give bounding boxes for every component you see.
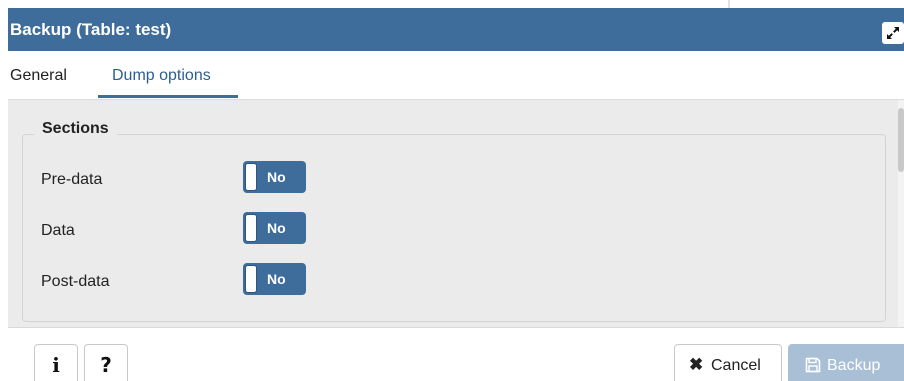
sections-legend: Sections [34, 120, 117, 138]
backup-dialog: Backup (Table: test) General Dump option… [8, 8, 904, 381]
floppy-disk-icon [805, 357, 821, 373]
info-icon: i [52, 353, 60, 377]
pre-data-toggle[interactable]: No [243, 161, 306, 193]
tab-general[interactable]: General [10, 67, 67, 85]
post-data-label: Post-data [41, 273, 110, 290]
scrollbar-thumb[interactable] [898, 108, 904, 172]
sections-fieldset [22, 134, 886, 322]
active-tab-indicator [98, 95, 238, 98]
backup-button-label: Backup [827, 357, 881, 374]
data-label: Data [41, 222, 75, 239]
toggle-state: No [267, 271, 286, 287]
data-toggle[interactable]: No [243, 212, 306, 244]
maximize-button[interactable] [882, 22, 904, 44]
info-button[interactable]: i [34, 344, 78, 381]
pre-data-label: Pre-data [41, 171, 103, 188]
dialog-title-bar[interactable]: Backup (Table: test) [8, 8, 904, 51]
expand-arrows-icon [887, 27, 899, 39]
close-x-icon: ✖ [689, 355, 704, 374]
dialog-footer: i ? ✖ Cancel Backup [8, 327, 904, 381]
tab-bar: General Dump options [8, 51, 904, 100]
tab-dump-options[interactable]: Dump options [112, 67, 211, 85]
background-window-strip [0, 0, 904, 8]
toggle-knob [245, 163, 257, 191]
cancel-button-label: Cancel [711, 357, 761, 374]
help-icon: ? [100, 353, 112, 377]
background-divider [728, 0, 730, 8]
toggle-state: No [267, 169, 286, 185]
cancel-button[interactable]: ✖ Cancel [674, 344, 782, 381]
post-data-toggle[interactable]: No [243, 263, 306, 295]
backup-button[interactable]: Backup [788, 344, 904, 381]
toggle-knob [245, 214, 257, 242]
dialog-title: Backup (Table: test) [10, 20, 172, 39]
toggle-state: No [267, 220, 286, 236]
toggle-knob [245, 265, 257, 293]
dump-options-panel: Sections Pre-data No Data No Post-data N… [8, 100, 904, 327]
help-button[interactable]: ? [84, 344, 128, 381]
